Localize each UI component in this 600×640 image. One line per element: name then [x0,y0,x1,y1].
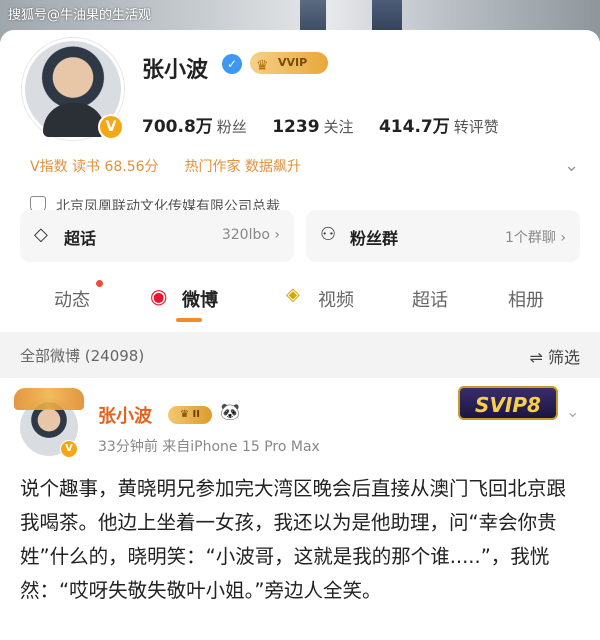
diamond-icon: ◇ [34,224,48,245]
tab-dynamic[interactable]: 动态 [54,286,90,312]
chevron-down-icon[interactable]: ⌄ [564,155,579,176]
followers-count[interactable]: 700.8万 [142,117,213,137]
fan-group-card[interactable]: ⚇ 粉丝群 1个群聊 › [306,210,580,262]
tab-video[interactable]: 视频 [318,286,354,312]
avatar-frame [14,388,84,410]
profile-tabs: 动态 ◉ 微博 ◈ 视频 超话 相册 [0,274,600,324]
post-list-header: 全部微博 (24098) ⇌ 筛选 [0,332,600,378]
people-icon: ⚇ [320,224,337,245]
fan-group-title: 粉丝群 [350,229,399,248]
following-count[interactable]: 1239 [272,117,319,137]
chevron-right-icon: › [274,227,280,243]
active-tab-indicator [176,318,202,322]
filter-label: 筛选 [547,348,580,367]
tab-album[interactable]: 相册 [508,286,544,312]
v-index-tag[interactable]: V指数 读书 68.56分 [30,159,159,175]
post-body[interactable]: 说个趣事，黄晓明兄参加完大湾区晚会后直接从澳门飞回北京跟我喝茶。他边上坐着一女孩… [20,472,585,608]
verified-v-icon: V [98,114,124,140]
hot-writer-tag[interactable]: 热门作家 数据飙升 [185,159,301,175]
post-count: 全部微博 (24098) [20,347,145,365]
avatar-suit [43,103,105,137]
profile-tags[interactable]: V指数 读书 68.56分 热门作家 数据飙升 [30,156,301,176]
super-topic-title: 超话 [64,229,97,248]
profile-stats: 700.8万 粉丝 1239 关注 414.7万 转评赞 [142,112,519,137]
post-item: V 张小波 ♛ II 🐼 33分钟前 来自iPhone 15 Pro Max S… [0,384,600,640]
profile-name: 张小波 [142,58,209,83]
verified-v-icon: V [60,440,78,458]
tab-weibo[interactable]: 微博 [182,286,218,312]
post-meta: 33分钟前 来自iPhone 15 Pro Max [98,439,320,455]
panda-icon: 🐼 [220,402,240,421]
svip-badge[interactable]: SVIP8 [458,386,558,420]
level-badge: ♛ II [168,406,212,424]
notification-dot [96,280,103,287]
super-topic-meta: 320lbo › [221,227,280,243]
followers-label[interactable]: 粉丝 [217,118,247,136]
filter-icon: ⇌ [529,348,543,367]
chevron-down-icon[interactable]: ⌄ [566,402,579,421]
vvip-badge[interactable]: ♛ VVIP [250,52,328,74]
chevron-right-icon: › [560,230,566,246]
filter-button[interactable]: ⇌ 筛选 [529,344,580,368]
profile-card: V 张小波 ✓ ♛ VVIP 700.8万 粉丝 1239 关注 414.7万 转评赞 … [0,30,600,215]
likes-label: 转评赞 [453,118,499,136]
tab-super-topic[interactable]: 超话 [412,286,448,312]
weibo-icon: ◉ [150,284,168,308]
verified-icon: ✓ [222,54,242,74]
crown-icon: ♛ [256,58,269,74]
vvip-label: VVIP [278,56,308,69]
post-author[interactable]: 张小波 [98,402,152,428]
watermark: 搜狐号@牛油果的生活观 [8,8,152,23]
following-label[interactable]: 关注 [324,118,354,136]
likes-count: 414.7万 [378,117,450,137]
super-topic-card[interactable]: ◇ 超话 320lbo › [20,210,294,262]
fan-group-meta: 1个群聊 › [505,230,566,246]
video-icon: ◈ [286,284,300,305]
